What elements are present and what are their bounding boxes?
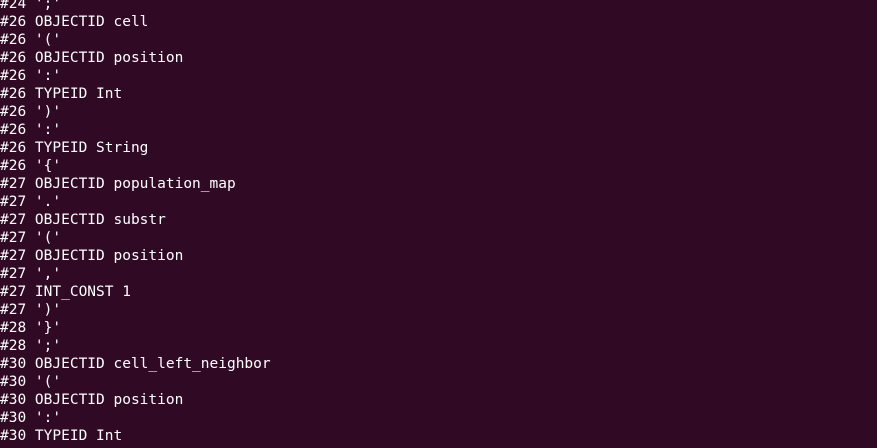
terminal-line: #26 '{' <box>0 158 62 174</box>
terminal-line: #24 ';' <box>0 0 62 12</box>
terminal-line: #27 INT_CONST 1 <box>0 284 131 300</box>
terminal-line: #26 ')' <box>0 104 62 120</box>
terminal-line: #27 ')' <box>0 302 62 318</box>
terminal-line: #26 '(' <box>0 32 62 48</box>
terminal-line: #27 ',' <box>0 266 62 282</box>
terminal-line: #27 '(' <box>0 230 62 246</box>
terminal-line: #28 '}' <box>0 320 62 336</box>
terminal-line: #26 TYPEID String <box>0 140 149 156</box>
terminal-line: #30 TYPEID Int <box>0 428 123 444</box>
terminal-line: #30 OBJECTID cell_left_neighbor <box>0 356 271 372</box>
terminal-line: #26 ':' <box>0 68 62 84</box>
terminal-line: #27 '.' <box>0 194 62 210</box>
terminal-line: #26 ':' <box>0 122 62 138</box>
terminal-line: #26 OBJECTID cell <box>0 14 149 30</box>
terminal-line: #26 OBJECTID position <box>0 50 184 66</box>
terminal-line: #27 OBJECTID substr <box>0 212 166 228</box>
terminal-line: #30 ':' <box>0 410 62 426</box>
terminal-line: #30 '(' <box>0 374 62 390</box>
terminal-line: #30 OBJECTID position <box>0 392 184 408</box>
terminal-output[interactable]: #24 ';' #26 OBJECTID cell #26 '(' #26 OB… <box>0 0 877 448</box>
terminal-line: #27 OBJECTID position <box>0 248 184 264</box>
terminal-line: #28 ';' <box>0 338 62 354</box>
terminal-line: #26 TYPEID Int <box>0 86 123 102</box>
terminal-lines: #24 ';' #26 OBJECTID cell #26 '(' #26 OB… <box>0 0 271 445</box>
terminal-line: #27 OBJECTID population_map <box>0 176 236 192</box>
